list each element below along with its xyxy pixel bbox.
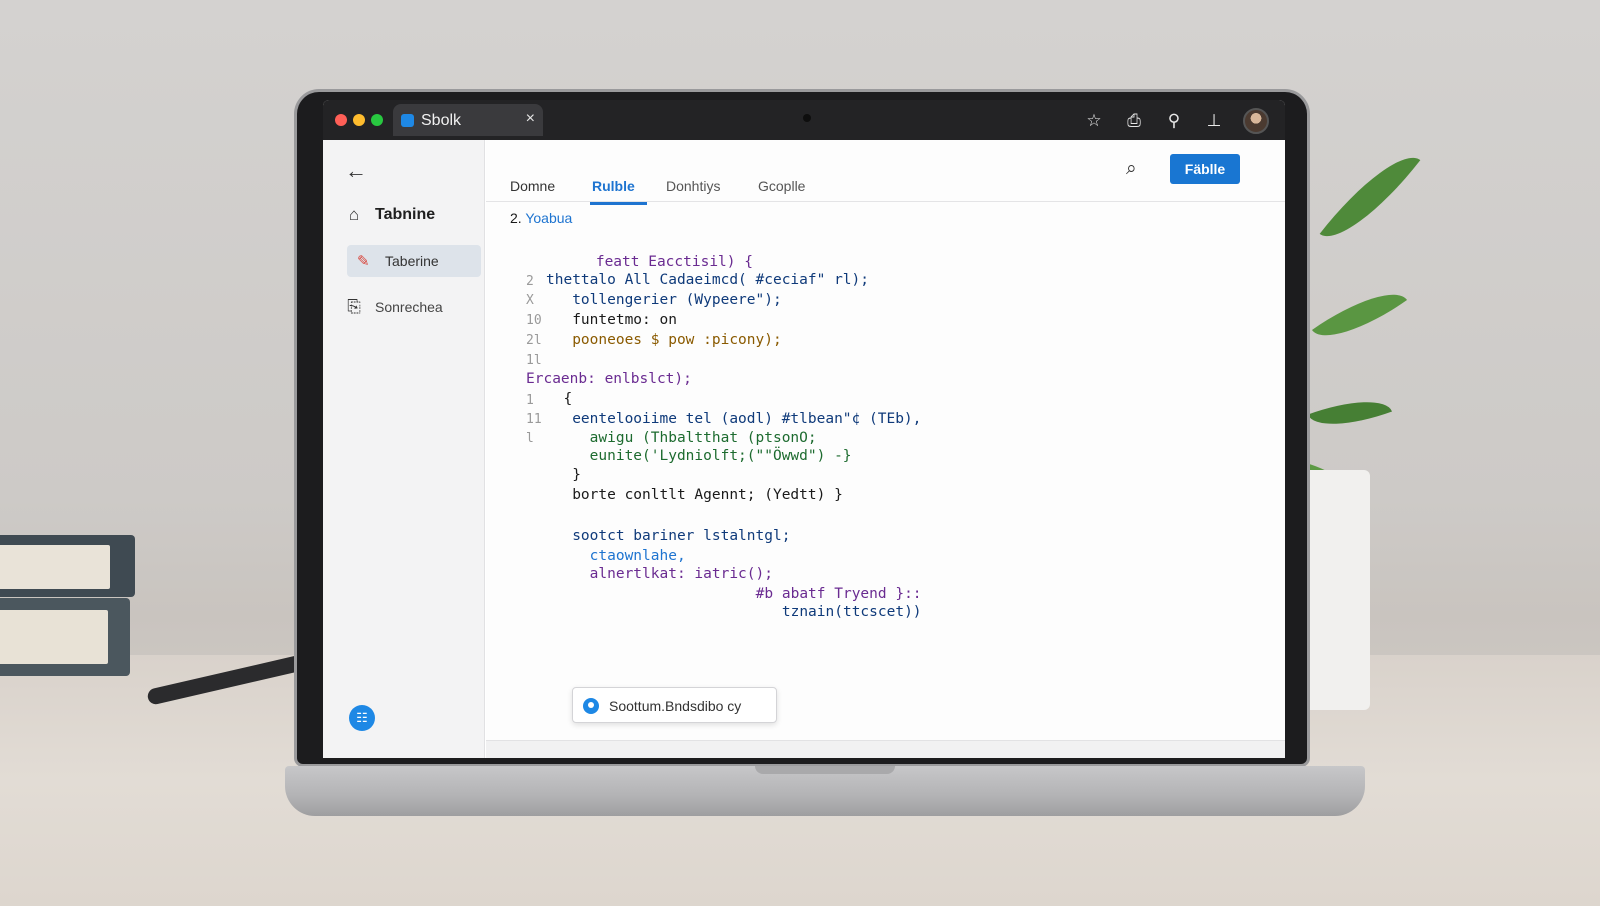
file-breadcrumb: 2. Yoabua [510, 210, 572, 226]
code-line: { [546, 391, 573, 407]
main-panel: Domne Rulble Donhtiys Gcoplle ⌕ Fäblle 2… [486, 140, 1285, 758]
plant-leaf [1311, 275, 1408, 355]
export-icon: ⎘ [347, 297, 361, 316]
tab-title: Sbolk [421, 112, 462, 129]
tab-close-icon[interactable]: × [526, 110, 535, 128]
avatar[interactable] [1243, 108, 1269, 134]
code-line: pooneoes $ pow :picony); [546, 332, 782, 348]
webcam [803, 114, 811, 122]
line-number: 2l [526, 333, 542, 348]
tab-active[interactable]: Rulble [590, 178, 647, 205]
plant-leaf [1319, 139, 1421, 255]
refresh-icon [583, 698, 599, 714]
line-number: 10 [526, 313, 542, 328]
line-number: 1l [526, 353, 542, 368]
laptop-base [285, 766, 1365, 816]
plant-leaf [1307, 387, 1393, 439]
code-line: eunite('Lydniolft;(""Öwwd") -} [546, 448, 852, 464]
comment-icon[interactable]: ⚲ [1163, 110, 1185, 132]
sidebar-item-label: Tabnine [375, 206, 436, 223]
tab-bar: Domne Rulble Donhtiys Gcoplle ⌕ Fäblle [486, 140, 1285, 205]
search-icon[interactable]: ⌕ [1126, 158, 1137, 180]
line-number: 11 [526, 412, 542, 427]
bookmark-star-icon[interactable]: ☆ [1083, 110, 1105, 132]
code-line: thettalo All Cadaeimcd( #ceciaf" rl); [546, 272, 870, 288]
line-number: 1 [526, 393, 534, 408]
browser-tab[interactable]: Sbolk × [393, 104, 543, 136]
book [0, 535, 135, 597]
pencil-icon: ✎ [357, 253, 370, 270]
code-line: featt Eacctisil) { [595, 254, 753, 270]
plant-pot [1302, 470, 1370, 710]
code-line: eentelooiime tel (aodl) #tlbean"¢ (TEb), [546, 411, 922, 427]
code-line: awigu (Thbaltthat (ptsonO; [546, 430, 817, 446]
close-window-button[interactable] [335, 114, 347, 126]
code-line: sootct bariner lstalntgl; [546, 528, 791, 544]
sidebar-item-active[interactable]: ✎ Taberine [347, 245, 481, 277]
file-name[interactable]: Yoabua [525, 210, 572, 226]
suggestion-text: Soottum.Bndsdibo cy [609, 698, 742, 714]
tab-fourth[interactable]: Gcoplle [758, 178, 805, 202]
sidebar-item-label: Taberine [385, 253, 439, 269]
tab-home[interactable]: Domne [510, 178, 555, 202]
code-line: tznain(ttcscet)) [616, 604, 922, 620]
tab-favicon-icon [401, 114, 414, 127]
suggestion-popup[interactable]: Soottum.Bndsdibo cy [572, 687, 777, 723]
code-line: ctaownlahe, [546, 548, 686, 564]
primary-action-button[interactable]: Fäblle [1170, 154, 1240, 184]
code-line: Ercaenb: enlbslct); [526, 371, 692, 387]
back-arrow-icon[interactable]: ← [345, 158, 367, 184]
code-line: borte conltlt Agennt; (Yedtt) } [546, 487, 843, 503]
sidebar: ← ⌂ Tabnine ✎ Taberine ⎘ Sonrechea ☷ [323, 140, 485, 758]
maximize-window-button[interactable] [371, 114, 383, 126]
code-line: } [546, 467, 581, 483]
assistant-button[interactable]: ☷ [349, 705, 375, 731]
line-number: 2 [526, 274, 534, 289]
home-icon: ⌂ [348, 205, 360, 224]
code-line: funtetmo: on [546, 312, 677, 328]
line-number: l [526, 431, 534, 446]
sidebar-item-search[interactable]: ⎘ Sonrechea [345, 298, 443, 316]
file-index: 2. [510, 210, 522, 226]
minimize-window-button[interactable] [353, 114, 365, 126]
line-number: X [526, 293, 534, 308]
code-line: tollengerier (Wypeere"); [546, 292, 782, 308]
book [0, 598, 130, 676]
code-line: #b abatf Tryend }:: [616, 586, 922, 602]
status-bar [486, 740, 1285, 758]
laptop-screen: Sbolk × ☆ ⎙ ⚲ ⊥ ← ⌂ Tabnine ✎ Taberine ⎘… [323, 100, 1285, 758]
sidebar-item-label: Sonrechea [375, 299, 443, 315]
share-icon[interactable]: ⎙ [1123, 110, 1145, 132]
sidebar-item-home[interactable]: ⌂ Tabnine [345, 206, 435, 224]
browser-toolbar: Sbolk × ☆ ⎙ ⚲ ⊥ [323, 100, 1285, 140]
tab-third[interactable]: Donhtiys [666, 178, 720, 202]
add-icon[interactable]: ⊥ [1203, 110, 1225, 132]
code-line: alnertlkat: iatric(); [546, 566, 773, 582]
